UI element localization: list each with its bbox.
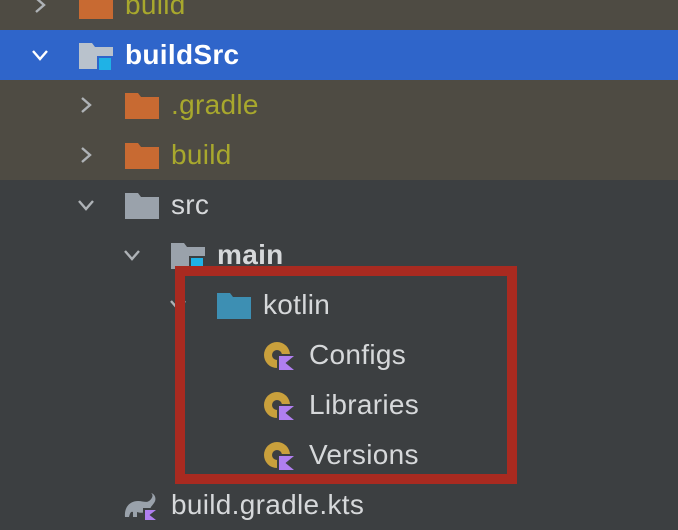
tree-row-label: Libraries (309, 389, 420, 420)
tree-row-label: buildSrc (125, 39, 240, 70)
folder-icon (123, 139, 163, 173)
tree-row-label: build.gradle.kts (171, 489, 365, 520)
tree-row-src[interactable]: src (0, 180, 678, 230)
chevron-down-icon[interactable] (122, 245, 142, 265)
folder-icon (77, 0, 117, 23)
chevron-right-icon[interactable] (76, 145, 96, 165)
kotlin-object-icon (261, 389, 301, 423)
tree-row-label: build (171, 139, 232, 170)
kotlin-object-icon (261, 339, 301, 373)
tree-row-buildsrc[interactable]: buildSrc (0, 30, 678, 80)
source-root-folder-icon (169, 239, 209, 273)
tree-row-label: .gradle (171, 89, 259, 120)
tree-row-versions[interactable]: Versions (0, 430, 678, 480)
tree-row-label: build (125, 0, 186, 20)
project-tree: build buildSrc .gradle build src main ko… (0, 0, 678, 530)
tree-row-build[interactable]: build (0, 130, 678, 180)
tree-row-kotlin[interactable]: kotlin (0, 280, 678, 330)
folder-icon (123, 189, 163, 223)
tree-row-gradle[interactable]: .gradle (0, 80, 678, 130)
tree-row-label: Versions (309, 439, 419, 470)
tree-row-configs[interactable]: Configs (0, 330, 678, 380)
kotlin-object-icon (261, 439, 301, 473)
folder-icon (215, 289, 255, 323)
module-folder-icon (77, 39, 117, 73)
chevron-down-icon[interactable] (168, 295, 188, 315)
chevron-down-icon[interactable] (30, 45, 50, 65)
chevron-right-icon[interactable] (76, 95, 96, 115)
tree-row-label: main (217, 239, 284, 270)
chevron-right-icon[interactable] (30, 0, 50, 15)
tree-row-label: Configs (309, 339, 407, 370)
tree-row-build-top[interactable]: build (0, 0, 678, 30)
chevron-down-icon[interactable] (76, 195, 96, 215)
gradle-kotlin-script-icon (121, 489, 161, 523)
tree-row-main[interactable]: main (0, 230, 678, 280)
tree-row-libraries[interactable]: Libraries (0, 380, 678, 430)
folder-icon (123, 89, 163, 123)
tree-row-label: src (171, 189, 210, 220)
tree-row-label: kotlin (263, 289, 331, 320)
tree-row-build-gradle-kts[interactable]: build.gradle.kts (0, 480, 678, 530)
